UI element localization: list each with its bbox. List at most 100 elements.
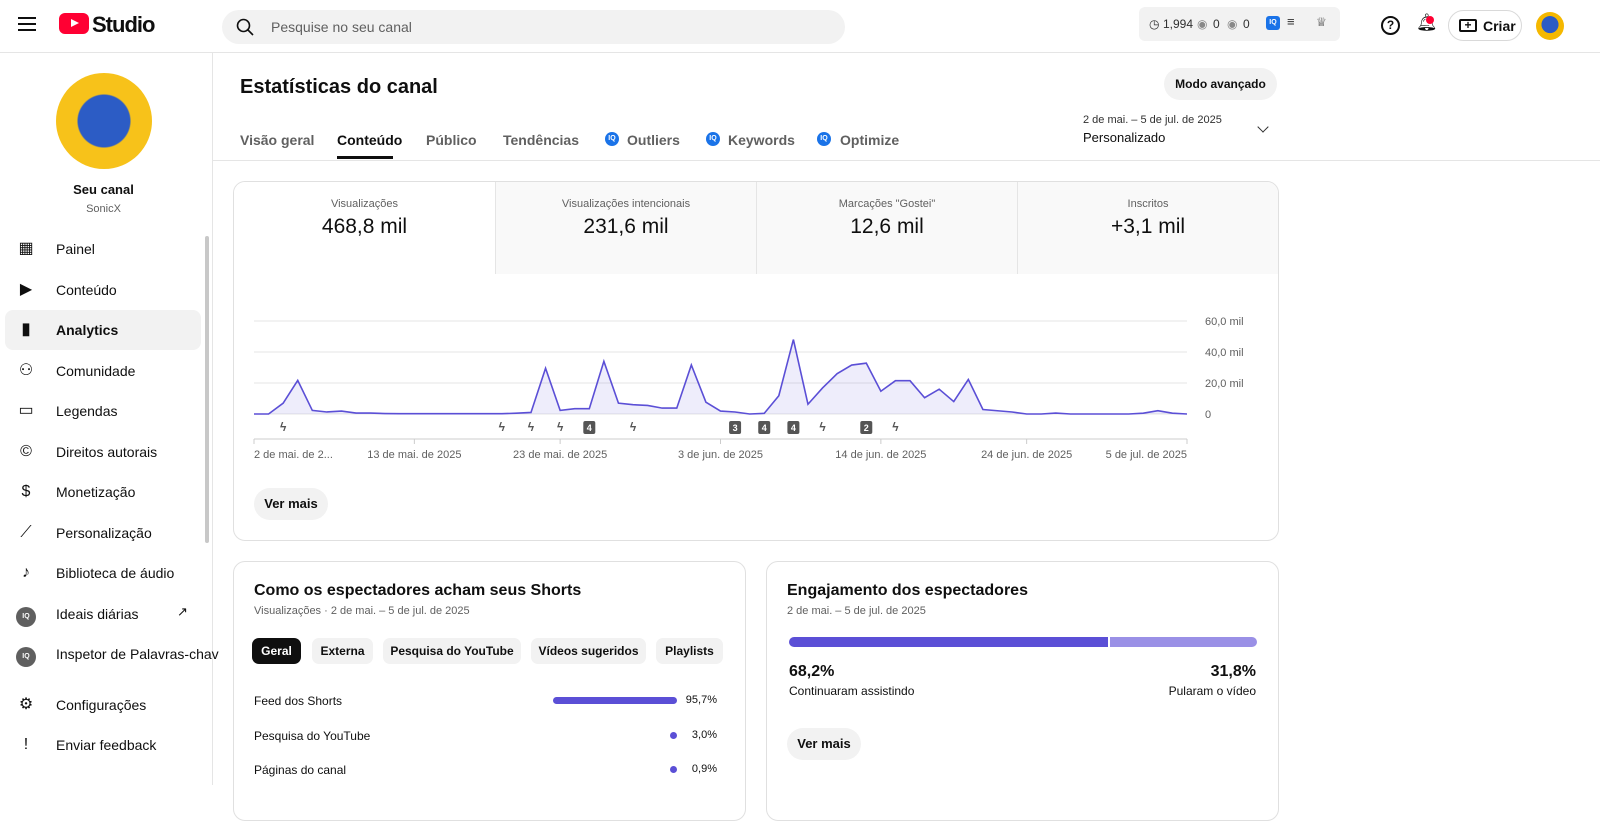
menu-icon[interactable] (18, 17, 36, 31)
metric-tab[interactable]: Marcações "Gostei" 12,6 mil (756, 182, 1017, 274)
tab-content[interactable]: Conteúdo (337, 132, 402, 148)
sidebar-item-painel[interactable]: ▦ Painel (5, 229, 201, 269)
metric-value: +3,1 mil (1110, 215, 1186, 238)
chip-external[interactable]: Externa (312, 638, 373, 664)
advanced-mode-button[interactable]: Modo avançado (1164, 68, 1277, 100)
tab-audience[interactable]: Público (426, 132, 477, 148)
metric-tab[interactable]: Visualizações 468,8 mil (234, 182, 495, 274)
shorts-icon: ϟ (499, 420, 506, 434)
source-label: Pesquisa do YouTube (254, 728, 371, 743)
x-tick-label: 24 de jun. de 2025 (981, 449, 1072, 461)
sidebar-item-biblioteca-de-udio[interactable]: ♪ Biblioteca de áudio (5, 553, 201, 593)
sidebar-scrollbar[interactable] (205, 236, 209, 543)
shorts-icon: ϟ (819, 420, 826, 434)
continued-percent: 68,2% (789, 663, 835, 680)
card-title: Engajamento dos espectadores (787, 582, 1028, 599)
channel-avatar[interactable] (56, 73, 152, 169)
shorts-icon: ϟ (557, 420, 564, 434)
tab-optimize[interactable]: Optimize (840, 132, 899, 148)
x-tick-label: 2 de mai. de 2... (254, 449, 333, 461)
sidebar-item-comunidade[interactable]: ⚇ Comunidade (5, 351, 201, 391)
sidebar-item-analytics[interactable]: ▮ Analytics (5, 310, 201, 350)
date-range-picker[interactable]: 2 de mai. – 5 de jul. de 2025 Personaliz… (1083, 111, 1273, 151)
y-tick-label: 0 (1205, 409, 1211, 421)
card-title: Como os espectadores acham seus Shorts (254, 582, 582, 599)
main-content: Estatísticas do canal Modo avançado Visã… (213, 53, 1600, 821)
sidebar-item-conte-do[interactable]: ▶ Conteúdo (5, 270, 201, 310)
see-more-button[interactable]: Ver mais (787, 728, 861, 760)
sidebar-item-direitos-autorais[interactable]: © Direitos autorais (5, 432, 201, 472)
metric-tab[interactable]: Visualizações intencionais 231,6 mil (495, 182, 756, 274)
tab-outliers[interactable]: Outliers (627, 132, 680, 148)
help-icon[interactable]: ? (1381, 16, 1400, 35)
see-more-button[interactable]: Ver mais (254, 488, 328, 520)
x-tick-label: 14 de jun. de 2025 (835, 449, 926, 461)
x-tick-label: 3 de jun. de 2025 (678, 449, 763, 461)
sidebar-item-enviar-feedback[interactable]: ! Enviar feedback (5, 725, 201, 765)
sidebar-item-label: Inspetor de Palavras-chav (56, 646, 219, 662)
audio-library-icon: ♪ (22, 564, 30, 581)
bell-icon[interactable]: 🔔︎ (1416, 13, 1438, 33)
chip-suggested-videos[interactable]: Vídeos sugeridos (531, 638, 646, 664)
metric-value: 468,8 mil (321, 215, 408, 238)
shorts-icon: ϟ (630, 420, 637, 434)
metric-title: Marcações "Gostei" (838, 198, 936, 210)
sidebar-item-inspetor-de-palavras-chav[interactable]: IQ Inspetor de Palavras-chav (5, 634, 219, 674)
create-button[interactable]: + Criar (1448, 10, 1522, 41)
tab-trends[interactable]: Tendências (503, 132, 579, 148)
dollar-icon: $ (21, 483, 31, 500)
engagement-bar (789, 637, 1257, 647)
sidebar-item-label: Enviar feedback (56, 737, 157, 753)
vidiq-icon: IQ (16, 647, 36, 667)
external-link-icon: ↗ (177, 603, 188, 619)
shorts-discovery-card: Como os espectadores acham seus Shorts V… (233, 561, 746, 821)
metric-title: Visualizações (330, 198, 399, 210)
vidiq-stats-bar[interactable]: ◷ 1,994 ◉ 0 ◉ 0 IQ ≡ ♕ (1139, 7, 1340, 41)
continued-label: Continuaram assistindo (789, 684, 915, 698)
content-icon: ▶ (19, 280, 33, 298)
sidebar-item-monetiza-o[interactable]: $ Monetização (5, 472, 201, 512)
eye-icon: ◉ (1197, 17, 1208, 31)
channel-name: SonicX (86, 203, 121, 215)
clock-icon: ◷ (1149, 17, 1160, 31)
vidiq-icon: IQ (605, 132, 619, 146)
metric-title: Inscritos (1127, 198, 1169, 210)
list-icon[interactable]: ≡ (1287, 14, 1295, 29)
traffic-source-row: Feed dos Shorts 95,7% (234, 694, 745, 714)
vidiq-icon: IQ (16, 644, 36, 667)
views-value: 0 (1213, 17, 1220, 31)
sidebar-item-label: Monetização (56, 484, 136, 500)
source-percent: 3,0% (691, 728, 717, 741)
feedback-icon: ! (23, 736, 29, 753)
y-tick-label: 60,0 mil (1205, 316, 1244, 328)
sidebar-item-legendas[interactable]: ▭ Legendas (5, 391, 201, 431)
trophy-icon[interactable]: ♕ (1316, 15, 1327, 29)
views-value: 0 (1243, 17, 1250, 31)
youtube-logo-icon[interactable] (59, 13, 89, 34)
tab-overview[interactable]: Visão geral (240, 132, 314, 148)
vidiq-icon[interactable]: IQ (1266, 16, 1280, 30)
vidiq-icon: IQ (16, 606, 36, 627)
sidebar-item-personaliza-o[interactable]: ⟋ Personalização (5, 513, 201, 553)
card-subtitle: 2 de mai. – 5 de jul. de 2025 (787, 605, 926, 617)
chevron-down-icon (1257, 121, 1269, 133)
skipped-percent: 31,8% (1210, 663, 1256, 680)
sidebar-item-label: Legendas (56, 403, 118, 419)
chip-general[interactable]: Geral (252, 638, 301, 664)
source-percent: 95,7% (685, 694, 717, 706)
views-line (254, 339, 1188, 415)
avatar[interactable] (1536, 12, 1564, 40)
tab-keywords[interactable]: Keywords (728, 132, 795, 148)
source-bar (552, 697, 677, 704)
chip-youtube-search[interactable]: Pesquisa do YouTube (383, 638, 521, 664)
top-bar: Studio Pesquise no seu canal ◷ 1,994 ◉ 0… (0, 0, 1600, 53)
add-video-icon: + (1459, 19, 1477, 32)
magic-wand-icon: ⟋ (20, 523, 32, 541)
vidiq-icon: IQ (817, 132, 831, 146)
sidebar-item-configura-es[interactable]: ⚙ Configurações (5, 685, 201, 725)
metric-tab[interactable]: Inscritos +3,1 mil (1017, 182, 1278, 274)
sidebar-item-ideais-di-rias[interactable]: IQ Ideais diárias ↗ (5, 594, 201, 634)
search-input[interactable]: Pesquise no seu canal (222, 10, 845, 44)
chip-playlists[interactable]: Playlists (656, 638, 723, 664)
community-icon: ⚇ (18, 361, 34, 379)
